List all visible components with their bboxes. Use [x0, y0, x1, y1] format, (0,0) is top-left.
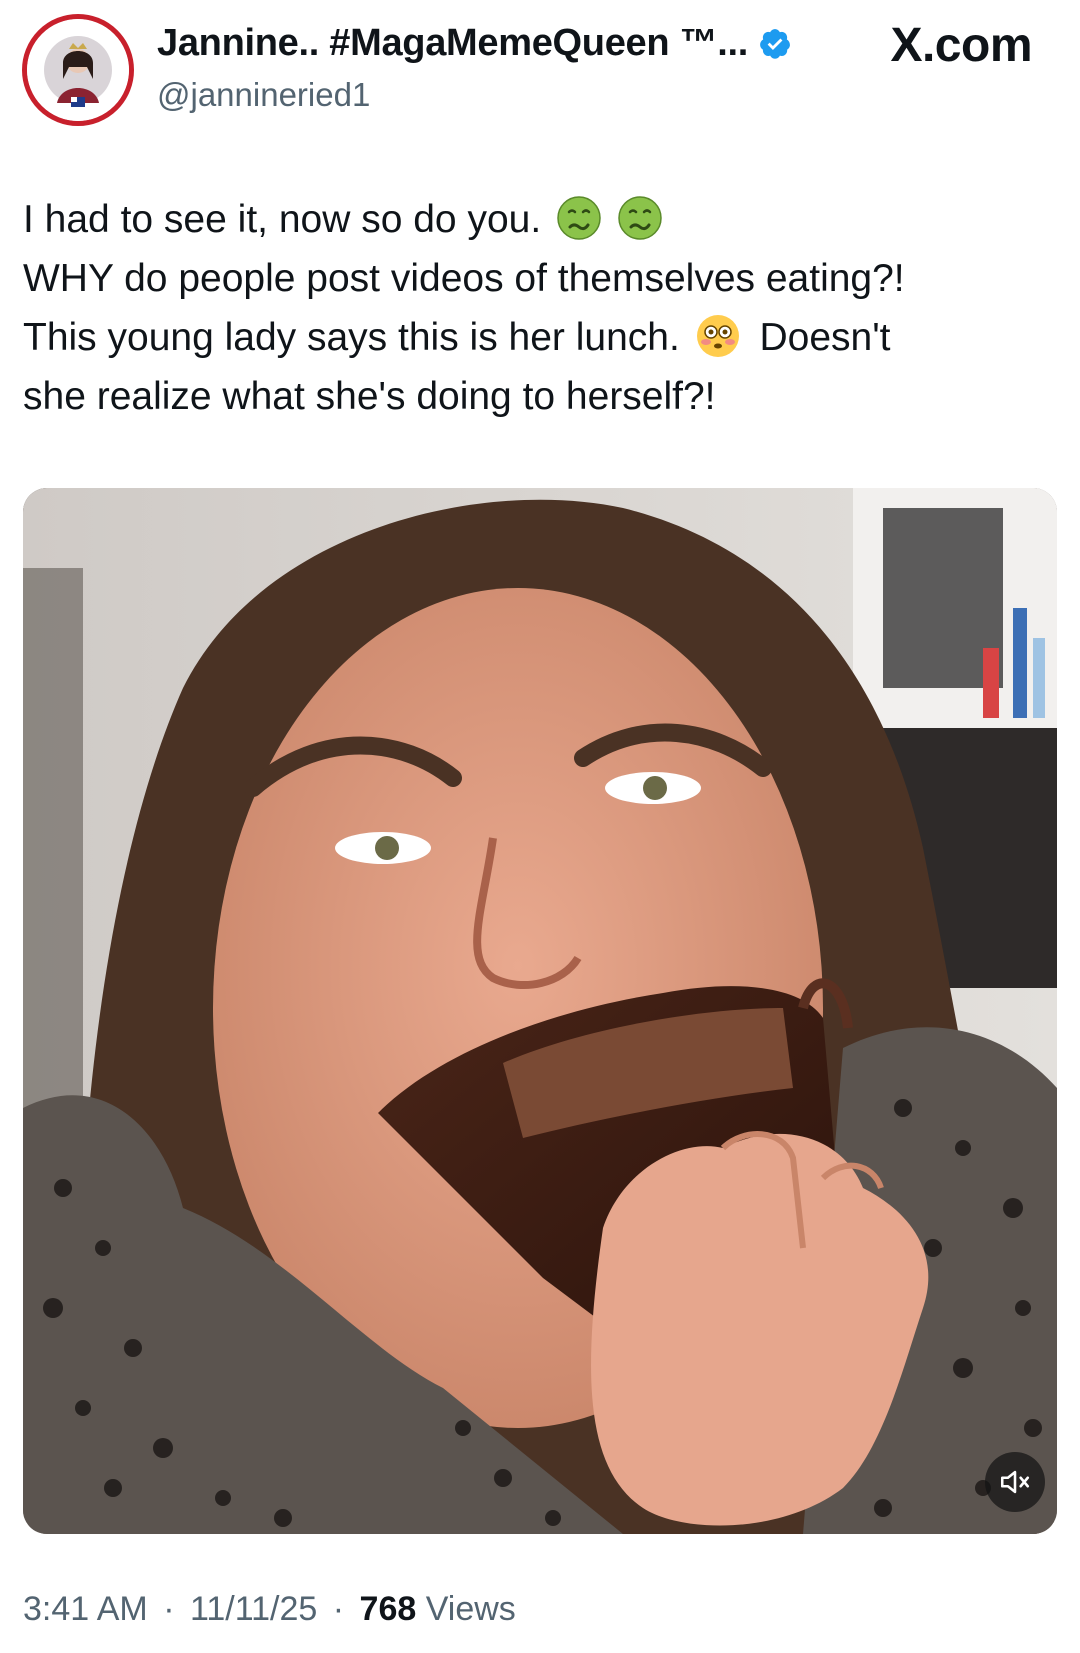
avatar-image [27, 19, 129, 121]
author-handle[interactable]: @jannineried1 [157, 76, 370, 114]
tweet-line-3: This young lady says this is her lunch. … [23, 308, 1043, 367]
meta-separator: · [163, 1590, 175, 1628]
tweet-line-1: I had to see it, now so do you. [23, 190, 1043, 249]
tweet-line-2: WHY do people post videos of themselves … [23, 257, 905, 300]
author-display-name[interactable]: Jannine.. #MagaMemeQueen ™... [157, 22, 748, 65]
views-count: 768 [359, 1590, 417, 1628]
video-frame [23, 488, 1057, 1534]
avatar[interactable] [22, 14, 134, 126]
flushed-face-icon [695, 313, 741, 359]
tweet-line-3b-text: Doesn't [759, 316, 891, 359]
tweet-meta: 3:41 AM · 11/11/25 · 768 Views [23, 1590, 516, 1629]
video-player[interactable] [23, 488, 1057, 1534]
nauseated-face-icon [617, 195, 663, 241]
nauseated-face-icon [556, 195, 602, 241]
mute-button[interactable] [985, 1452, 1045, 1512]
speaker-muted-icon [1000, 1470, 1030, 1494]
meta-separator: · [332, 1590, 345, 1628]
tweet-text: I had to see it, now so do you. WHY do p… [23, 190, 1043, 426]
tweet-date[interactable]: 11/11/25 [190, 1590, 317, 1628]
tweet-line-1-text: I had to see it, now so do you. [23, 198, 542, 241]
verified-badge-icon [758, 27, 792, 61]
views-label: Views [425, 1590, 516, 1628]
source-label: X.com [890, 19, 1032, 72]
author-name-row[interactable]: Jannine.. #MagaMemeQueen ™... [157, 22, 792, 65]
tweet-header: Jannine.. #MagaMemeQueen ™... @jannineri… [0, 0, 1080, 150]
tweet-line-3a-text: This young lady says this is her lunch. [23, 316, 680, 359]
tweet-time[interactable]: 3:41 AM [23, 1590, 148, 1628]
tweet-line-4: she realize what she's doing to herself?… [23, 375, 716, 418]
